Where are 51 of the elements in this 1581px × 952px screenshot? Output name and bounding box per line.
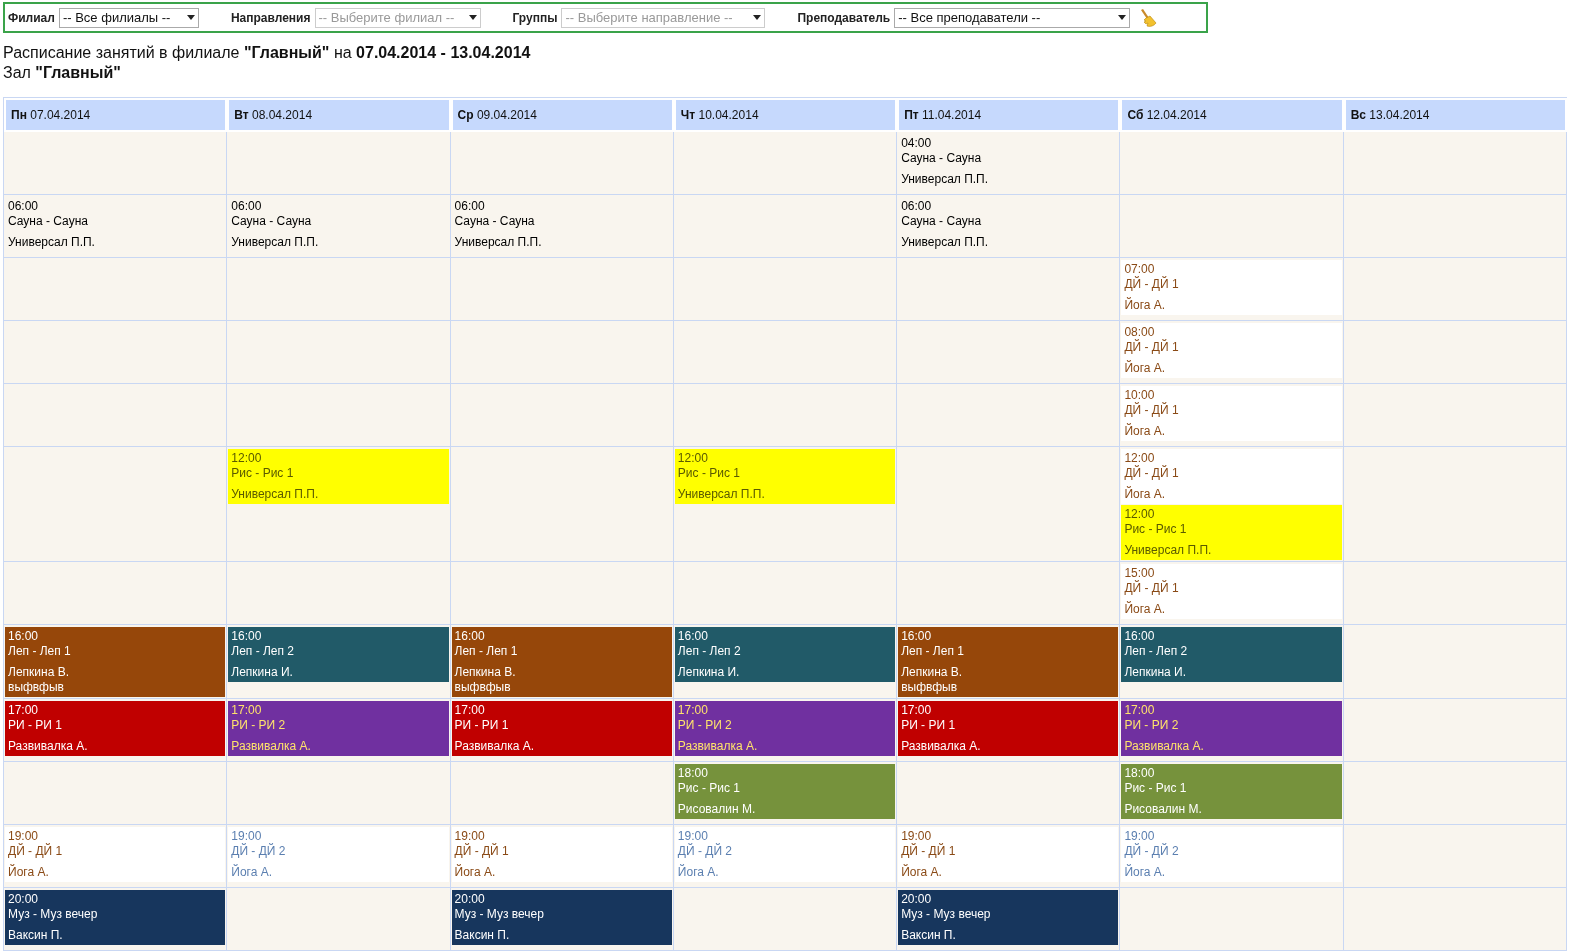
hall-title: Зал "Главный" xyxy=(3,63,122,83)
day-header: Вт 08.04.2014 xyxy=(227,98,451,132)
day-header: Вс 13.04.2014 xyxy=(1343,98,1567,132)
lesson-block[interactable]: 17:00 РИ - РИ 1 Развивалка А. xyxy=(898,701,1119,756)
caret-icon xyxy=(468,15,477,20)
filter-dropdown[interactable]: -- Все преподаватели -- xyxy=(894,7,1131,28)
lesson-block[interactable]: 18:00 Рис - Рис 1 Рисовалин М. xyxy=(674,764,896,819)
lesson-block[interactable]: 19:00 ДЙ - ДЙ 2 Йога А. xyxy=(1121,827,1342,882)
caret-icon xyxy=(753,15,762,20)
filter-label: Группы xyxy=(512,10,558,25)
day-header: Сб 12.04.2014 xyxy=(1120,98,1344,132)
caret-icon xyxy=(186,15,195,20)
lesson-block[interactable]: 16:00 Леп - Леп 1 Лепкина В. выфвфыв xyxy=(5,627,226,697)
lesson-block[interactable]: 17:00 РИ - РИ 2 Развивалка А. xyxy=(674,701,896,756)
filter-label: Направления xyxy=(230,10,311,25)
lesson-block[interactable]: 19:00 ДЙ - ДЙ 1 Йога А. xyxy=(898,827,1119,882)
lesson-block[interactable]: 12:00 ДЙ - ДЙ 1 Йога А. xyxy=(1121,449,1342,504)
day-header: Ср 09.04.2014 xyxy=(450,98,674,132)
lesson-block[interactable]: 20:00 Муз - Муз вечер Ваксин П. xyxy=(898,890,1119,945)
lesson-block[interactable]: 07:00 ДЙ - ДЙ 1 Йога А. xyxy=(1121,260,1342,315)
lesson-block[interactable]: 17:00 РИ - РИ 2 Развивалка А. xyxy=(1121,701,1342,756)
lesson-block[interactable]: 19:00 ДЙ - ДЙ 1 Йога А. xyxy=(451,827,672,882)
schedule-title: Расписание занятий в филиале "Главный" на 07.04.2014 - 13.04.2014 xyxy=(3,43,532,63)
caret-icon xyxy=(1118,15,1127,20)
lesson-block[interactable]: 08:00 ДЙ - ДЙ 1 Йога А. xyxy=(1121,323,1342,378)
filter-dropdown[interactable]: -- Все филиалы -- xyxy=(58,7,199,28)
lesson-block[interactable]: 12:00 Рис - Рис 1 Универсал П.П. xyxy=(1121,505,1342,560)
lesson-block[interactable]: 16:00 Леп - Леп 1 Лепкина В. выфвфыв xyxy=(451,627,672,697)
day-header: Пн 07.04.2014 xyxy=(4,98,228,132)
filter-label: Филиал xyxy=(8,10,55,25)
lesson-block[interactable]: 12:00 Рис - Рис 1 Универсал П.П. xyxy=(228,449,449,504)
lesson-block[interactable]: 20:00 Муз - Муз вечер Ваксин П. xyxy=(5,890,226,945)
lesson-block[interactable]: 18:00 Рис - Рис 1 Рисовалин М. xyxy=(1121,764,1342,819)
filter-label: Преподаватель xyxy=(797,10,891,25)
day-header: Пт 11.04.2014 xyxy=(897,98,1121,132)
lesson-block[interactable]: 20:00 Муз - Муз вечер Ваксин П. xyxy=(451,890,672,945)
lesson-block[interactable]: 10:00 ДЙ - ДЙ 1 Йога А. xyxy=(1121,386,1342,441)
lesson-block[interactable]: 16:00 Леп - Леп 2 Лепкина И. xyxy=(1121,627,1342,682)
lesson-block[interactable]: 15:00 ДЙ - ДЙ 1 Йога А. xyxy=(1121,564,1342,619)
lesson-block[interactable]: 19:00 ДЙ - ДЙ 2 Йога А. xyxy=(674,827,896,882)
lesson-block[interactable]: 12:00 Рис - Рис 1 Универсал П.П. xyxy=(674,449,896,504)
lesson-block[interactable]: 16:00 Леп - Леп 1 Лепкина В. выфвфыв xyxy=(898,627,1119,697)
lesson-block[interactable]: 16:00 Леп - Леп 2 Лепкина И. xyxy=(674,627,896,682)
broom-icon[interactable] xyxy=(1138,7,1159,28)
lesson-block[interactable]: 19:00 ДЙ - ДЙ 1 Йога А. xyxy=(5,827,226,882)
day-header: Чт 10.04.2014 xyxy=(673,98,898,132)
lesson-block[interactable]: 16:00 Леп - Леп 2 Лепкина И. xyxy=(228,627,449,682)
lesson-block[interactable]: 17:00 РИ - РИ 2 Развивалка А. xyxy=(228,701,449,756)
lesson-block[interactable]: 19:00 ДЙ - ДЙ 2 Йога А. xyxy=(228,827,449,882)
lesson-block[interactable]: 17:00 РИ - РИ 1 Развивалка А. xyxy=(5,701,226,756)
lesson-block[interactable]: 17:00 РИ - РИ 1 Развивалка А. xyxy=(451,701,672,756)
